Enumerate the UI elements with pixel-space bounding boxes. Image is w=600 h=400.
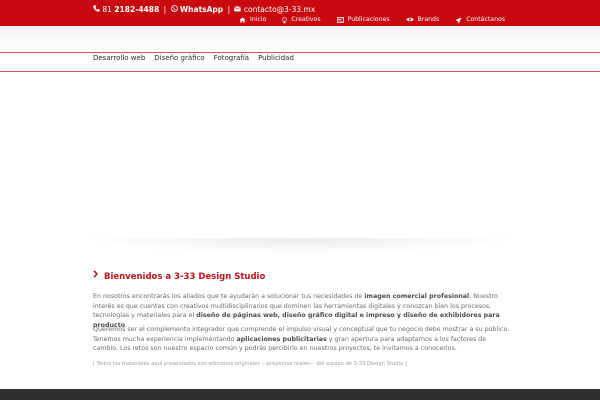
newspaper-icon <box>336 17 344 25</box>
phone-prefix: 81 <box>102 5 112 14</box>
sub-nav: Desarrollo web Diseño gráfico Fotografía… <box>93 53 303 65</box>
text-run-bold: aplicaciones publicitarias <box>236 335 327 343</box>
home-icon <box>239 17 246 25</box>
materials-note: [ Todos los materiales aquí presentados … <box>93 361 407 367</box>
nav-item-label: Brands <box>417 16 440 23</box>
welcome-heading: Bienvenidos a 3-33 Design Studio <box>93 270 266 283</box>
whatsapp-icon <box>170 0 178 20</box>
header-band <box>0 26 600 52</box>
lightbulb-icon <box>282 17 288 26</box>
phone-number[interactable]: 2182-4488 <box>114 5 159 14</box>
separator: | <box>227 5 231 14</box>
nav-item-label: Creativos <box>291 16 321 23</box>
subnav-item-fotografia[interactable]: Fotografía <box>214 53 249 65</box>
hero-shadow <box>80 238 520 254</box>
nav-item-label: Publicaciones <box>347 16 390 23</box>
divider <box>0 71 600 72</box>
separator: | <box>163 5 167 14</box>
second-paragraph: Queremos ser el complemento integrador q… <box>93 325 511 354</box>
footer <box>0 389 600 400</box>
paper-plane-icon <box>455 17 462 26</box>
subnav-item-publicidad[interactable]: Publicidad <box>258 53 294 65</box>
nav-item-label: Inicio <box>250 16 267 23</box>
subnav-item-desarrollo-web[interactable]: Desarrollo web <box>93 53 145 65</box>
nav-item-label: Contáctanos <box>466 16 505 23</box>
text-run: En nosotros encontrarás los aliados que … <box>93 293 365 300</box>
eye-icon <box>405 17 414 24</box>
phone-icon <box>93 0 100 20</box>
welcome-title: Bienvenidos a 3-33 Design Studio <box>103 272 266 282</box>
subnav-item-diseno-grafico[interactable]: Diseño gráfico <box>154 53 204 65</box>
whatsapp-link[interactable]: WhatsApp <box>180 5 223 14</box>
text-run-bold: imagen comercial profesional <box>364 293 470 300</box>
chevron-right-icon <box>93 270 99 282</box>
